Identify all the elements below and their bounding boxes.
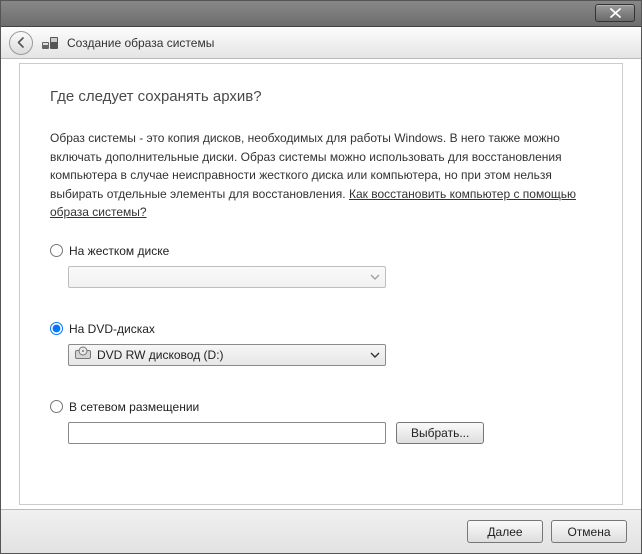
next-button-label: Далее bbox=[487, 525, 522, 539]
next-button[interactable]: Далее bbox=[467, 520, 543, 543]
chevron-down-icon bbox=[369, 270, 381, 287]
description-text: Образ системы - это копия дисков, необхо… bbox=[50, 129, 592, 222]
system-image-icon bbox=[41, 34, 59, 52]
dvd-combo-value: DVD RW дисковод (D:) bbox=[97, 348, 224, 362]
option-network-label: В сетевом размещении bbox=[69, 400, 199, 414]
close-icon bbox=[610, 8, 621, 18]
option-hdd-label: На жестком диске bbox=[69, 244, 169, 258]
disc-drive-icon bbox=[75, 346, 91, 363]
titlebar bbox=[1, 1, 641, 27]
option-dvd-label: На DVD-дисках bbox=[69, 322, 155, 336]
browse-button-label: Выбрать... bbox=[411, 426, 469, 440]
cancel-button-label: Отмена bbox=[567, 525, 610, 539]
network-path-input[interactable] bbox=[68, 422, 386, 444]
option-network-block: В сетевом размещении Выбрать... bbox=[50, 400, 592, 444]
content-panel: Где следует сохранять архив? Образ систе… bbox=[19, 63, 623, 505]
browse-button[interactable]: Выбрать... bbox=[396, 422, 484, 444]
radio-network[interactable] bbox=[50, 400, 63, 413]
option-hdd-block: На жестком диске bbox=[50, 244, 592, 288]
hdd-combo[interactable] bbox=[68, 266, 386, 288]
option-dvd[interactable]: На DVD-дисках bbox=[50, 322, 592, 336]
option-dvd-block: На DVD-дисках DVD RW дисковод (D:) bbox=[50, 322, 592, 366]
header-title: Создание образа системы bbox=[67, 36, 214, 50]
close-button[interactable] bbox=[595, 4, 635, 22]
back-button[interactable] bbox=[9, 31, 33, 55]
chevron-down-icon bbox=[369, 348, 381, 365]
footer-bar: Далее Отмена bbox=[1, 509, 641, 553]
option-network[interactable]: В сетевом размещении bbox=[50, 400, 592, 414]
page-title: Где следует сохранять архив? bbox=[50, 88, 592, 105]
radio-hdd[interactable] bbox=[50, 244, 63, 257]
header-bar: Создание образа системы bbox=[1, 27, 641, 59]
option-hdd[interactable]: На жестком диске bbox=[50, 244, 592, 258]
cancel-button[interactable]: Отмена bbox=[551, 520, 627, 543]
arrow-left-icon bbox=[15, 36, 28, 49]
dvd-combo[interactable]: DVD RW дисковод (D:) bbox=[68, 344, 386, 366]
radio-dvd[interactable] bbox=[50, 322, 63, 335]
